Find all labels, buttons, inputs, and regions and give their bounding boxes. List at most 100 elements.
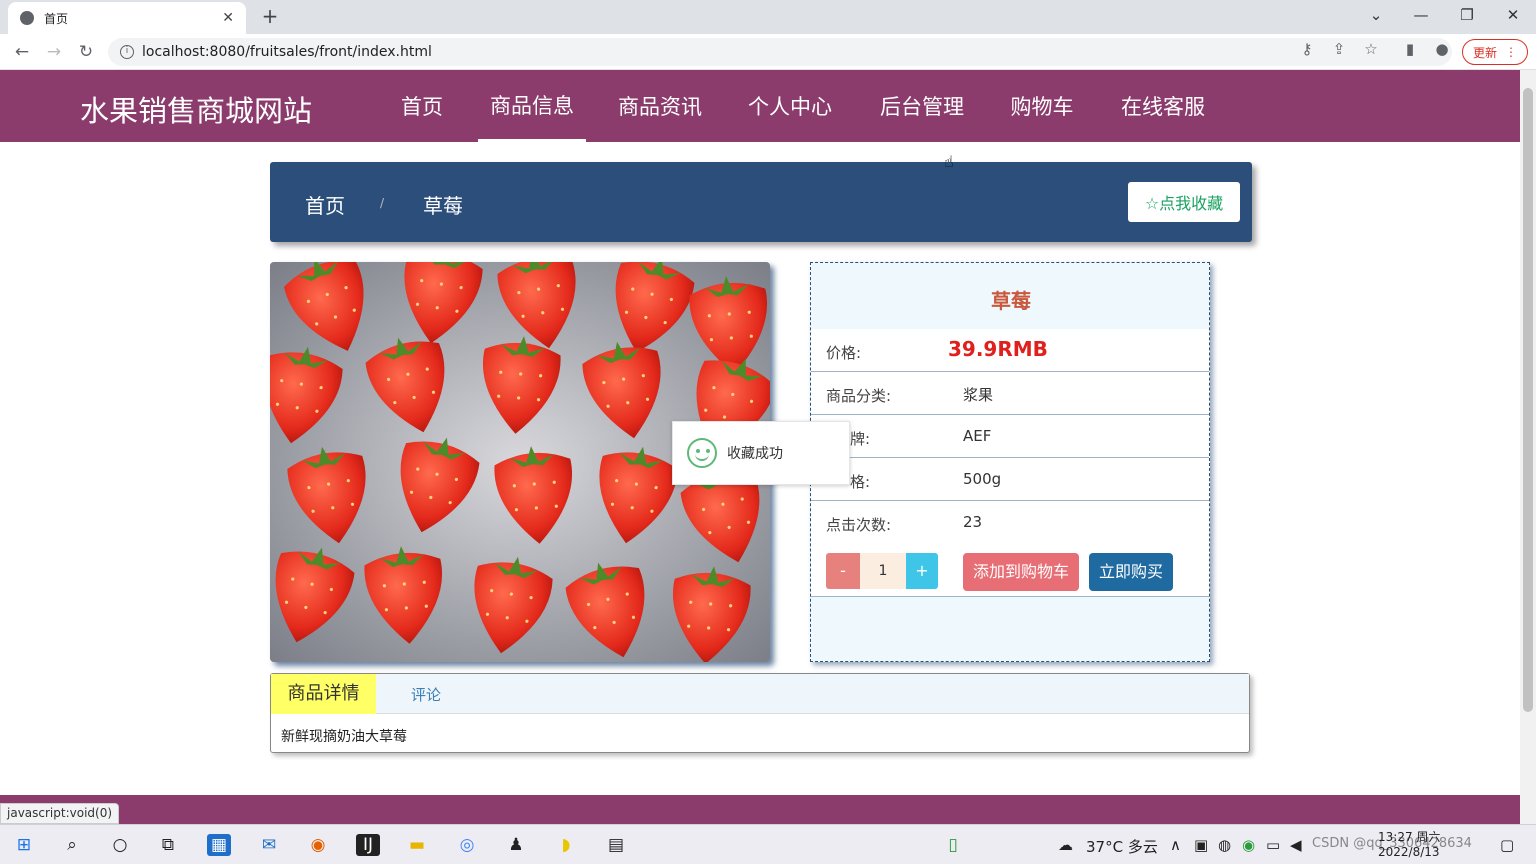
hand-cursor-icon: ☝	[944, 152, 954, 171]
price-label: 价格:	[826, 344, 862, 362]
close-window-icon[interactable]: ✕	[1501, 6, 1525, 24]
browser-tab[interactable]: 首页 ✕	[8, 2, 246, 34]
clock-time[interactable]: 13:27 周六	[1378, 828, 1440, 845]
intellij-icon[interactable]: IJ	[356, 834, 380, 856]
notes-icon[interactable]: ◗	[554, 834, 578, 856]
clicks-row: 点击次数: 23	[811, 501, 1209, 544]
spec-row: 格: 500g	[811, 458, 1209, 501]
weather-icon[interactable]: ☁	[1058, 836, 1073, 854]
globe-icon	[20, 11, 34, 25]
update-button[interactable]: 更新 ⋮	[1462, 39, 1528, 65]
forward-icon[interactable]: →	[43, 42, 65, 62]
price-row: 价格: 39.9RMB	[811, 329, 1209, 372]
windows-start-icon[interactable]: ⊞	[12, 834, 36, 856]
brand-value: AEF	[963, 427, 992, 445]
volume-icon[interactable]: ◀	[1290, 836, 1302, 854]
clicks-label: 点击次数:	[826, 516, 892, 534]
nav-home[interactable]: 首页	[390, 70, 454, 142]
bookmark-star-icon[interactable]: ☆	[1361, 40, 1381, 58]
key-icon[interactable]: ⚷	[1297, 40, 1317, 58]
reload-icon[interactable]: ↻	[75, 42, 97, 62]
store-icon[interactable]: ▦	[207, 834, 231, 856]
cortana-icon[interactable]: ○	[108, 834, 132, 856]
quantity-minus-button[interactable]: -	[826, 553, 860, 589]
tray-app-icon[interactable]: ▣	[1194, 836, 1208, 854]
details-tab-header: 商品详情 评论	[271, 674, 1249, 714]
address-bar-row: ← → ↻ i localhost:8080/fruitsales/front/…	[0, 34, 1536, 70]
search-icon[interactable]: ⌕	[60, 834, 84, 856]
spec-value: 500g	[963, 470, 1002, 488]
browser-tabbar: 首页 ✕ + ⌄ — ❐ ✕	[0, 0, 1536, 34]
scrollbar-thumb[interactable]	[1523, 88, 1533, 712]
brand-row: 牌: AEF	[811, 415, 1209, 458]
breadcrumb: 首页 / 草莓 ☆点我收藏	[270, 162, 1252, 242]
spec-label: 格:	[850, 473, 871, 491]
nav-customer-service[interactable]: 在线客服	[1108, 70, 1218, 142]
close-tab-icon[interactable]: ✕	[222, 10, 234, 26]
product-name: 草莓	[991, 289, 1031, 313]
file-explorer-icon[interactable]: ▬	[405, 834, 429, 856]
category-value: 浆果	[963, 386, 994, 404]
chrome-icon[interactable]: ◎	[455, 834, 479, 856]
tab-title: 首页	[44, 11, 69, 26]
favorite-success-toast: 收藏成功	[672, 421, 850, 485]
nav-cart[interactable]: 购物车	[998, 70, 1086, 142]
clicks-value: 23	[963, 513, 983, 531]
task-view-icon[interactable]: ⧉	[156, 834, 180, 856]
nav-products[interactable]: 商品信息	[478, 70, 586, 142]
network-icon[interactable]: ▭	[1266, 836, 1280, 854]
more-menu-icon[interactable]: ⋮	[1505, 45, 1517, 59]
favorite-button[interactable]: ☆点我收藏	[1128, 182, 1240, 222]
product-description: 新鲜现摘奶油大草莓	[281, 729, 407, 745]
nav-personal-center[interactable]: 个人中心	[738, 70, 842, 142]
buy-now-button[interactable]: 立即购买	[1089, 553, 1173, 591]
app-icon[interactable]: ♟	[504, 834, 528, 856]
browser-status-bar: javascript:void(0)	[0, 803, 120, 824]
weather-text[interactable]: 37°C 多云	[1086, 836, 1158, 857]
quantity-input[interactable]: 1	[860, 553, 906, 589]
tray-chevron-icon[interactable]: ∧	[1170, 836, 1181, 854]
windows-taskbar: ⊞ ⌕ ○ ⧉ ▦ ✉ ◉ IJ ▬ ◎ ♟ ◗ ▤ ▯ ☁ 37°C 多云 ∧…	[0, 824, 1536, 864]
profile-icon[interactable]: ●	[1432, 40, 1452, 58]
category-row: 商品分类: 浆果	[811, 372, 1209, 415]
product-details-panel: 商品详情 评论 新鲜现摘奶油大草莓	[270, 673, 1250, 753]
nav-admin[interactable]: 后台管理	[868, 70, 976, 142]
site-title: 水果销售商城网站	[80, 94, 313, 128]
smile-icon	[687, 438, 717, 468]
breadcrumb-current: 草莓	[423, 194, 463, 218]
notification-icon[interactable]: ▢	[1500, 836, 1514, 854]
new-tab-button[interactable]: +	[258, 4, 282, 28]
breadcrumb-home[interactable]: 首页	[305, 190, 345, 219]
minimize-icon[interactable]: —	[1409, 6, 1433, 24]
site-footer	[0, 795, 1520, 824]
clock-date[interactable]: 2022/8/13	[1378, 845, 1440, 859]
site-info-icon[interactable]: i	[120, 45, 134, 59]
price-value: 39.9RMB	[948, 337, 1048, 361]
quantity-plus-button[interactable]: +	[906, 553, 938, 589]
add-to-cart-button[interactable]: 添加到购物车	[963, 553, 1079, 591]
url-text: localhost:8080/fruitsales/front/index.ht…	[142, 44, 432, 60]
update-label: 更新	[1472, 45, 1497, 60]
restore-icon[interactable]: ❐	[1455, 6, 1479, 24]
tab-product-details[interactable]: 商品详情	[271, 674, 376, 714]
category-label: 商品分类:	[826, 387, 892, 405]
tab-comments[interactable]: 评论	[411, 684, 441, 705]
url-field[interactable]: i localhost:8080/fruitsales/front/index.…	[108, 38, 1452, 66]
tray-green-icon[interactable]: ◉	[1242, 836, 1255, 854]
purchase-actions: - 1 + 添加到购物车 立即购买	[811, 543, 1209, 597]
battery-icon[interactable]: ▯	[941, 834, 965, 856]
firefox-icon[interactable]: ◉	[306, 834, 330, 856]
product-info-panel: 草莓 价格: 39.9RMB 商品分类: 浆果 牌: AEF 格: 500g 点…	[810, 262, 1210, 662]
mail-icon[interactable]: ✉	[257, 834, 281, 856]
database-icon[interactable]: ▤	[604, 834, 628, 856]
nav-news[interactable]: 商品资讯	[608, 70, 712, 142]
toast-text: 收藏成功	[727, 446, 783, 462]
tab-search-icon[interactable]: ⌄	[1364, 6, 1388, 24]
back-icon[interactable]: ←	[11, 42, 33, 62]
side-panel-icon[interactable]: ▮	[1400, 40, 1420, 58]
brand-label: 牌:	[850, 430, 871, 448]
site-header: 水果销售商城网站 首页 商品信息 商品资讯 个人中心 后台管理 购物车 在线客服	[0, 70, 1520, 142]
breadcrumb-separator: /	[380, 196, 385, 210]
qq-icon[interactable]: ◍	[1218, 836, 1231, 854]
share-icon[interactable]: ⇪	[1329, 40, 1349, 58]
